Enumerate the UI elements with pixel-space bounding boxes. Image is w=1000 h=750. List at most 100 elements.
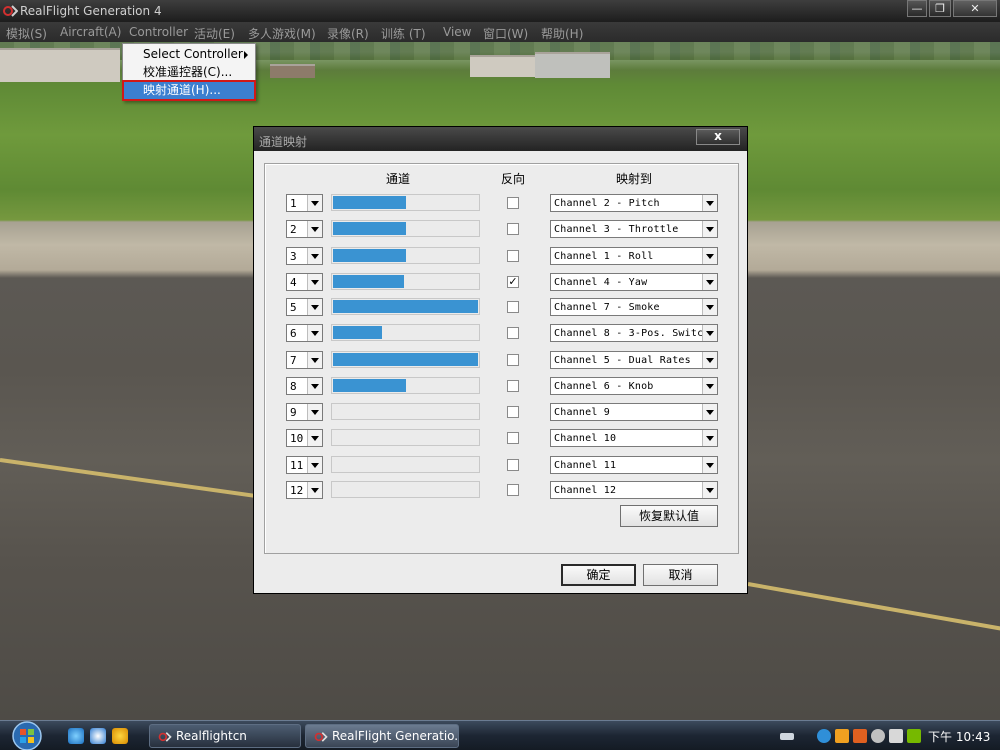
channel-select[interactable]: 7 [286, 351, 323, 369]
taskbar-button-realflightcn[interactable]: Realflightcn [149, 724, 301, 748]
chevron-down-icon[interactable] [307, 404, 322, 420]
keyboard-tray-icon[interactable] [780, 733, 794, 740]
chevron-down-icon[interactable] [307, 299, 322, 315]
chevron-down-icon[interactable] [307, 378, 322, 394]
ie-icon[interactable] [68, 728, 84, 744]
reverse-checkbox[interactable] [507, 327, 519, 339]
map-to-select[interactable]: Channel 10 [550, 429, 718, 447]
cancel-button[interactable]: 取消 [643, 564, 718, 586]
network-tray-icon[interactable] [817, 729, 831, 743]
reverse-checkbox[interactable] [507, 301, 519, 313]
chevron-down-icon[interactable] [307, 430, 322, 446]
reverse-checkbox[interactable] [507, 432, 519, 444]
channel-select[interactable]: 5 [286, 298, 323, 316]
chevron-down-icon[interactable] [702, 352, 717, 368]
reverse-checkbox[interactable] [507, 459, 519, 471]
menu-training[interactable]: 训练 (T) [381, 25, 426, 42]
menu-item-map-channels[interactable]: 映射通道(H)... [122, 80, 256, 101]
menu-simulation[interactable]: 模拟(S) [6, 25, 47, 42]
channel-select[interactable]: 10 [286, 429, 323, 447]
chevron-down-icon[interactable] [702, 248, 717, 264]
menu-aircraft[interactable]: Aircraft(A) [60, 25, 121, 39]
reverse-checkbox[interactable] [507, 223, 519, 235]
chevron-down-icon[interactable] [307, 274, 322, 290]
sync-tray-icon[interactable] [871, 729, 885, 743]
menu-activity[interactable]: 活动(E) [194, 25, 235, 42]
menu-bar: 模拟(S) Aircraft(A) Controller 活动(E) 多人游戏(… [0, 22, 1000, 42]
menu-window[interactable]: 窗口(W) [483, 25, 528, 42]
map-to-select[interactable]: Channel 3 - Throttle [550, 220, 718, 238]
browser-icon[interactable] [90, 728, 106, 744]
chevron-down-icon[interactable] [307, 195, 322, 211]
reverse-checkbox[interactable] [507, 484, 519, 496]
map-to-select[interactable]: Channel 9 [550, 403, 718, 421]
taskbar-button-realflight[interactable]: RealFlight Generatio... [305, 724, 459, 748]
menu-view[interactable]: View [443, 25, 471, 39]
reverse-checkbox[interactable] [507, 197, 519, 209]
channel-select[interactable]: 11 [286, 456, 323, 474]
reverse-checkbox[interactable]: ✓ [507, 276, 519, 288]
reverse-checkbox[interactable] [507, 380, 519, 392]
channel-level-bar [331, 247, 480, 264]
chevron-down-icon[interactable] [702, 378, 717, 394]
channel-select[interactable]: 6 [286, 324, 323, 342]
chevron-down-icon[interactable] [307, 457, 322, 473]
map-to-select[interactable]: Channel 1 - Roll [550, 247, 718, 265]
menu-help[interactable]: 帮助(H) [541, 25, 583, 42]
close-button[interactable]: ✕ [953, 0, 997, 17]
chevron-down-icon[interactable] [307, 352, 322, 368]
reverse-checkbox[interactable] [507, 250, 519, 262]
start-button-icon[interactable] [8, 721, 46, 750]
channel-row: 8 Channel 6 - Knob [254, 377, 747, 397]
map-to-select[interactable]: Channel 7 - Smoke [550, 298, 718, 316]
dialog-close-button[interactable]: x [696, 129, 740, 145]
chevron-down-icon[interactable] [702, 404, 717, 420]
channel-select[interactable]: 12 [286, 481, 323, 499]
chevron-down-icon[interactable] [702, 430, 717, 446]
channel-select-value: 5 [290, 301, 297, 314]
channel-select[interactable]: 2 [286, 220, 323, 238]
chevron-down-icon[interactable] [702, 299, 717, 315]
chevron-down-icon[interactable] [307, 325, 322, 341]
channel-select[interactable]: 1 [286, 194, 323, 212]
reverse-checkbox[interactable] [507, 406, 519, 418]
ok-button[interactable]: 确定 [561, 564, 636, 586]
menu-item-calibrate[interactable]: 校准遥控器(C)... [124, 64, 254, 81]
map-to-select[interactable]: Channel 12 [550, 481, 718, 499]
chevron-down-icon[interactable] [307, 248, 322, 264]
chevron-down-icon[interactable] [702, 221, 717, 237]
menu-controller[interactable]: Controller [129, 25, 188, 39]
chevron-down-icon[interactable] [702, 482, 717, 498]
map-to-select[interactable]: Channel 2 - Pitch [550, 194, 718, 212]
map-to-select[interactable]: Channel 5 - Dual Rates [550, 351, 718, 369]
chevron-down-icon[interactable] [307, 482, 322, 498]
map-to-select[interactable]: Channel 8 - 3-Pos. Switch [550, 324, 718, 342]
channel-select[interactable]: 8 [286, 377, 323, 395]
channel-row: 4 ✓ Channel 4 - Yaw [254, 273, 747, 293]
chevron-down-icon[interactable] [702, 274, 717, 290]
warning-tray-icon[interactable] [835, 729, 849, 743]
map-to-select[interactable]: Channel 4 - Yaw [550, 273, 718, 291]
menu-multiplayer[interactable]: 多人游戏(M) [248, 25, 316, 42]
volume-tray-icon[interactable] [889, 729, 903, 743]
qq-icon[interactable] [112, 728, 128, 744]
map-to-select[interactable]: Channel 6 - Knob [550, 377, 718, 395]
channel-select[interactable]: 4 [286, 273, 323, 291]
chevron-down-icon[interactable] [702, 195, 717, 211]
menu-recording[interactable]: 录像(R) [327, 25, 369, 42]
reverse-checkbox[interactable] [507, 354, 519, 366]
menu-item-select-controller[interactable]: Select Controller [124, 46, 254, 63]
restore-button[interactable]: ❐ [929, 0, 951, 17]
chevron-down-icon[interactable] [307, 221, 322, 237]
app-tray-icon[interactable] [853, 729, 867, 743]
channel-select[interactable]: 3 [286, 247, 323, 265]
chevron-down-icon[interactable] [702, 325, 717, 341]
channel-select[interactable]: 9 [286, 403, 323, 421]
channel-level-bar [331, 351, 480, 368]
map-to-select[interactable]: Channel 11 [550, 456, 718, 474]
chevron-down-icon[interactable] [702, 457, 717, 473]
nvidia-tray-icon[interactable] [907, 729, 921, 743]
restore-defaults-button[interactable]: 恢复默认值 [620, 505, 718, 527]
minimize-button[interactable]: — [907, 0, 927, 17]
channel-row: 5 Channel 7 - Smoke [254, 298, 747, 318]
